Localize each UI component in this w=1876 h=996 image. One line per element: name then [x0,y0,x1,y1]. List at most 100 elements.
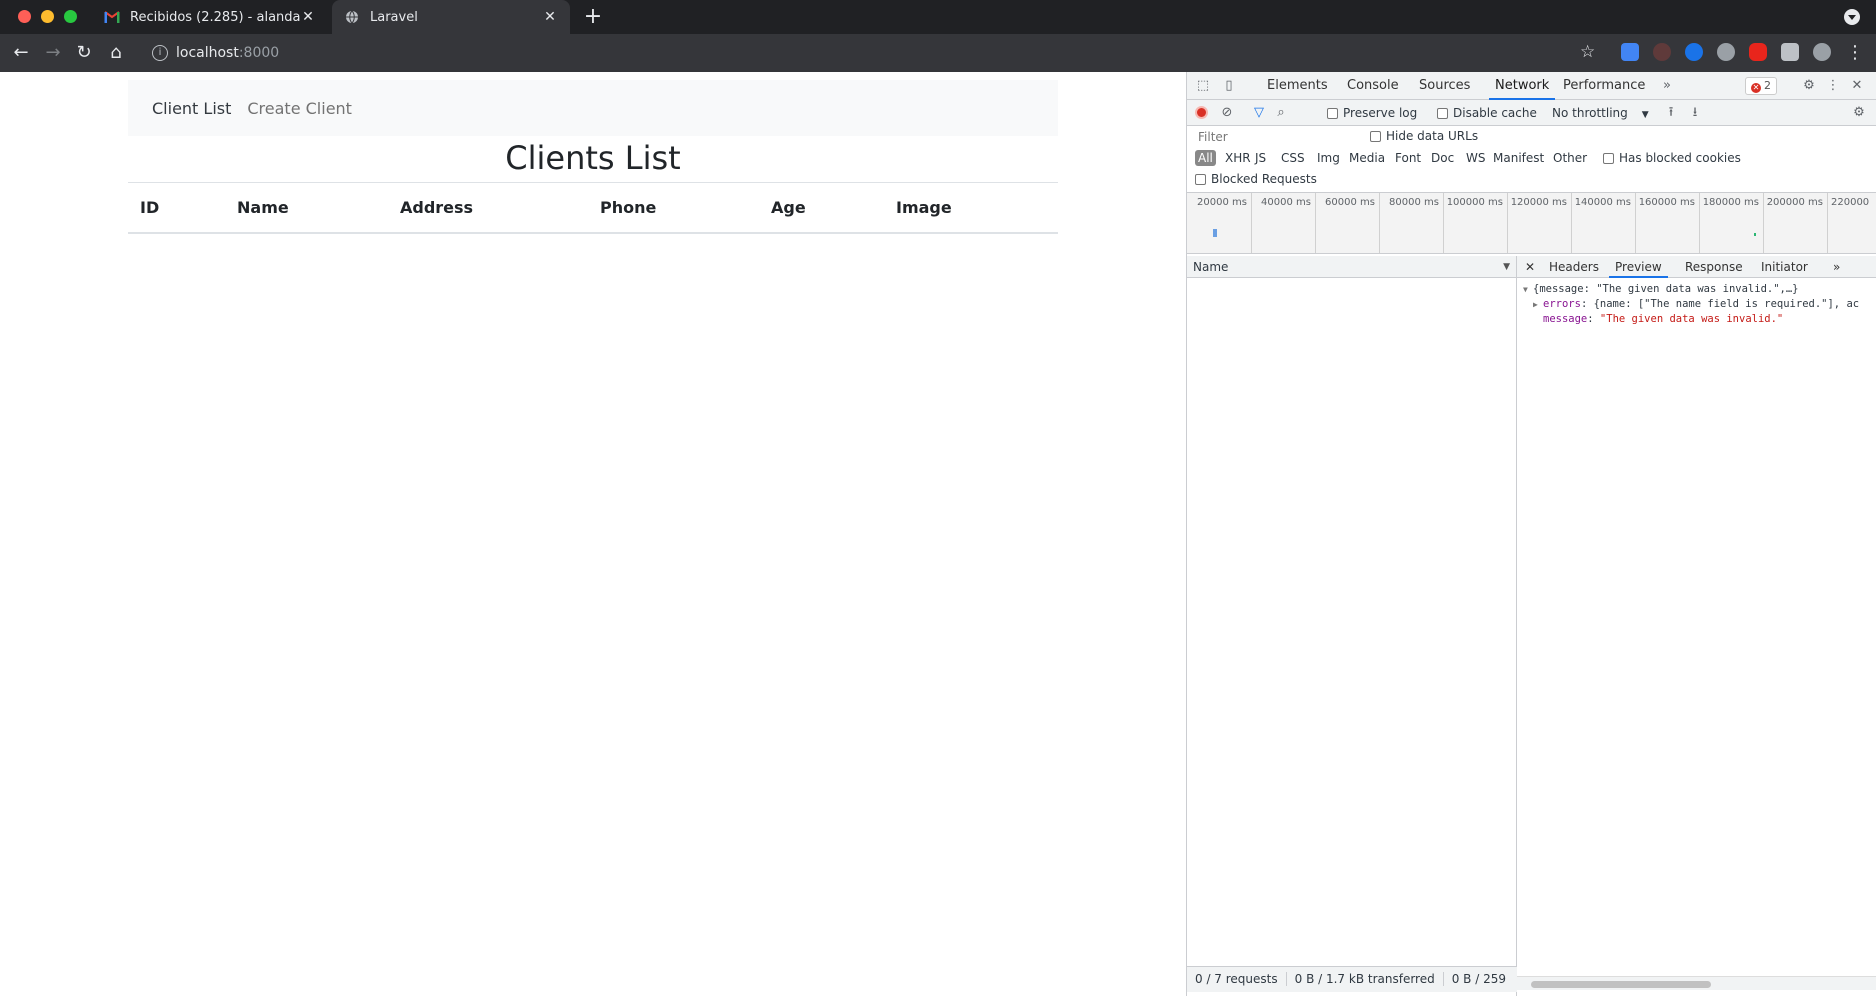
type-filter-manifest[interactable]: Manifest [1493,151,1544,165]
minimize-window-button[interactable] [41,10,54,23]
close-window-button[interactable] [18,10,31,23]
column-header-phone: Phone [588,182,759,234]
type-filter-xhr[interactable]: XHR [1225,151,1251,165]
checkbox[interactable] [1327,108,1338,119]
column-header-age: Age [759,182,884,234]
json-key: message [1543,313,1588,325]
devtools-tab-network[interactable]: Network [1489,72,1556,100]
collapsed-triangle-icon[interactable]: ▶ [1533,297,1543,312]
throttling-select[interactable]: No throttling ▼ [1552,106,1649,120]
type-filter-other[interactable]: Other [1553,151,1587,165]
column-header-address: Address [388,182,588,234]
puzzle-extensions-icon[interactable] [1781,43,1799,61]
type-filter-js[interactable]: JS [1255,151,1266,165]
checkbox[interactable] [1195,174,1206,185]
address-bar[interactable]: i localhost:8000 [140,39,1606,67]
timeline-request-mark [1213,229,1217,237]
close-tab-icon[interactable]: ✕ [542,9,558,25]
details-tab-response[interactable]: Response [1685,256,1743,278]
hide-data-urls-checkbox[interactable]: Hide data URLs [1370,129,1478,143]
url-port: :8000 [238,45,280,61]
json-errors-row[interactable]: ▶ errors: {name: ["The name field is requ… [1523,297,1871,312]
details-tab-initiator[interactable]: Initiator [1761,256,1808,278]
settings-gear-icon[interactable]: ⚙ [1801,78,1817,94]
nav-client-list-link[interactable]: Client List [152,99,231,118]
timeline-label: 60000 ms [1325,197,1375,208]
devtools-tabbar: ⬚ ▯ Elements Console Sources Network Per… [1187,72,1876,100]
error-count-badge[interactable]: ✕ 2 [1745,77,1777,95]
more-details-tabs-icon[interactable]: » [1833,256,1840,278]
details-tab-preview[interactable]: Preview [1609,256,1668,278]
network-settings-gear-icon[interactable]: ⚙ [1851,105,1867,121]
maximize-window-button[interactable] [64,10,77,23]
json-message-row: message: "The given data was invalid." [1543,313,1784,325]
devtools-tab-sources[interactable]: Sources [1419,72,1470,100]
devtools-tab-elements[interactable]: Elements [1267,72,1328,100]
clear-icon[interactable]: ⊘ [1219,105,1235,121]
blocked-requests-checkbox[interactable]: Blocked Requests [1195,172,1317,186]
devtools-panel: ⬚ ▯ Elements Console Sources Network Per… [1186,72,1876,996]
reload-button[interactable]: ↻ [72,41,96,65]
inspect-element-icon[interactable]: ⬚ [1195,78,1211,94]
type-filter-doc[interactable]: Doc [1431,151,1454,165]
browser-tab-laravel[interactable]: Laravel ✕ [332,0,570,34]
close-devtools-icon[interactable]: ✕ [1849,78,1865,94]
export-har-icon[interactable]: ⭳ [1687,105,1703,121]
translate-extension-icon[interactable] [1621,43,1639,61]
browser-menu-icon[interactable]: ⋮ [1843,41,1867,65]
bookmark-star-icon[interactable]: ☆ [1580,42,1595,62]
device-toolbar-icon[interactable]: ▯ [1221,78,1237,94]
extension-icon[interactable] [1653,43,1671,61]
name-column-header[interactable]: Name ▼ [1187,256,1516,278]
checkbox[interactable] [1603,153,1614,164]
search-icon[interactable]: ⌕ [1273,105,1289,121]
json-key: errors [1543,298,1581,310]
filter-icon[interactable]: ▽ [1251,105,1267,121]
nav-create-client-link[interactable]: Create Client [247,99,352,118]
home-icon[interactable]: ⌂ [104,41,128,65]
profile-avatar[interactable] [1813,43,1831,61]
type-filter-media[interactable]: Media [1349,151,1385,165]
type-filter-css[interactable]: CSS [1281,151,1305,165]
extension-icon[interactable] [1685,43,1703,61]
new-tab-button[interactable]: + [580,4,606,30]
import-har-icon[interactable]: ⭱ [1663,105,1679,121]
extension-icon[interactable] [1749,43,1767,61]
preserve-log-checkbox[interactable]: Preserve log [1327,106,1417,120]
tab-search-icon[interactable] [1844,9,1860,25]
back-button[interactable]: ← [9,41,33,65]
scrollbar-thumb[interactable] [1531,981,1711,988]
forward-button[interactable]: → [41,41,65,65]
extension-icon[interactable] [1717,43,1735,61]
close-tab-icon[interactable]: ✕ [300,9,316,25]
filter-input[interactable]: Filter [1195,128,1363,146]
close-details-icon[interactable]: ✕ [1525,256,1535,278]
checkbox[interactable] [1370,131,1381,142]
devtools-tab-console[interactable]: Console [1347,72,1399,100]
column-header-image: Image [884,182,1058,234]
has-blocked-cookies-checkbox[interactable]: Has blocked cookies [1603,151,1741,165]
details-tab-headers[interactable]: Headers [1549,256,1599,278]
json-root-row[interactable]: ▼ {message: "The given data was invalid."… [1523,282,1871,297]
horizontal-scrollbar[interactable] [1517,976,1876,990]
error-count: 2 [1764,79,1771,92]
resource-type-filters: All XHR JS CSS Img Media Font Doc WS Man… [1187,148,1876,170]
type-filter-font[interactable]: Font [1395,151,1421,165]
network-overview-timeline[interactable]: 20000 ms 40000 ms 60000 ms 80000 ms 1000… [1187,192,1876,254]
disable-cache-checkbox[interactable]: Disable cache [1437,106,1537,120]
timeline-label: 20000 ms [1197,197,1247,208]
window-controls [18,10,77,23]
type-filter-all[interactable]: All [1195,150,1216,166]
preserve-log-label: Preserve log [1343,106,1418,120]
type-filter-ws[interactable]: WS [1466,151,1485,165]
checkbox[interactable] [1437,108,1448,119]
expanded-triangle-icon[interactable]: ▼ [1523,282,1533,297]
browser-tab-gmail[interactable]: Recibidos (2.285) - alandavidb ✕ [92,0,328,34]
devtools-tab-performance[interactable]: Performance [1563,72,1645,100]
devtools-menu-icon[interactable]: ⋮ [1825,78,1841,94]
type-filter-img[interactable]: Img [1317,151,1340,165]
record-button[interactable] [1195,106,1208,119]
table-header-row: ID Name Address Phone Age Image [128,182,1058,234]
site-info-icon[interactable]: i [152,45,168,61]
more-tabs-icon[interactable]: » [1659,78,1675,94]
